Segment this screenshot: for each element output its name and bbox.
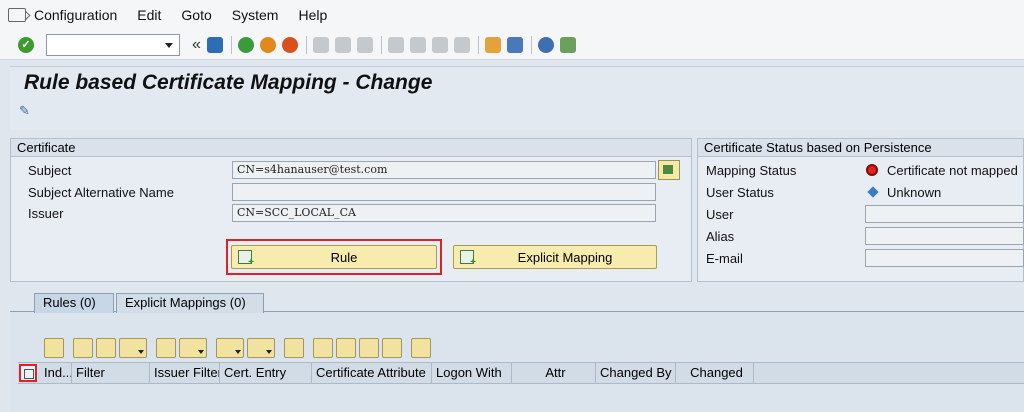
system-menu-icon[interactable] xyxy=(8,8,26,22)
export-icon[interactable] xyxy=(216,338,244,358)
issuer-field[interactable]: CN=SCC_LOCAL_CA xyxy=(232,204,656,222)
column-header[interactable]: Changed By xyxy=(596,363,676,383)
tab-explicit-mappings[interactable]: Explicit Mappings (0) xyxy=(116,293,264,313)
red-status-icon xyxy=(866,164,878,176)
find-icon[interactable] xyxy=(73,338,93,358)
find-next-icon[interactable] xyxy=(356,36,373,53)
cancel-icon[interactable] xyxy=(281,36,298,53)
prev-page-icon[interactable] xyxy=(409,36,426,53)
command-field[interactable] xyxy=(46,33,180,56)
find-next-icon[interactable] xyxy=(96,338,116,358)
user-label: User xyxy=(706,207,734,222)
standard-toolbar: ✓ « xyxy=(0,30,1024,60)
shortcut-icon[interactable] xyxy=(506,36,523,53)
column-header[interactable]: Certificate Attribute xyxy=(312,363,432,383)
back-icon[interactable] xyxy=(237,36,254,53)
tab-strip: Rules (0) Explicit Mappings (0) xyxy=(10,290,1024,313)
menu-configuration[interactable]: Configuration xyxy=(34,7,117,23)
explicit-mapping-button-label: Explicit Mapping xyxy=(517,249,613,265)
mapping-status-value: Certificate not mapped xyxy=(887,163,1018,178)
column-header[interactable]: Logon With xyxy=(432,363,512,383)
email-field[interactable] xyxy=(865,249,1024,267)
column-header[interactable]: Ind... xyxy=(40,363,72,383)
toolbar-separator xyxy=(477,35,479,54)
create-mapping-icon xyxy=(460,250,476,268)
toolbar-separator xyxy=(230,35,232,54)
user-status-label: User Status xyxy=(706,185,774,200)
save-icon[interactable] xyxy=(206,36,223,53)
status-group-header: Certificate Status based on Persistence xyxy=(698,139,1023,157)
last-page-icon[interactable] xyxy=(453,36,470,53)
filter-icon[interactable] xyxy=(119,338,147,358)
page-title: Rule based Certificate Mapping - Change xyxy=(24,71,433,94)
exit-icon[interactable] xyxy=(259,36,276,53)
grid-toolbar xyxy=(44,338,434,358)
tab-rules[interactable]: Rules (0) xyxy=(34,293,114,313)
user-field[interactable] xyxy=(865,205,1024,223)
title-bar: Rule based Certificate Mapping - Change … xyxy=(10,66,1024,130)
next-page-icon[interactable] xyxy=(431,36,448,53)
views-icon[interactable] xyxy=(179,338,207,358)
subject-detail-icon[interactable] xyxy=(658,160,680,180)
column-header[interactable]: Filter xyxy=(72,363,150,383)
mapping-status-label: Mapping Status xyxy=(706,163,797,178)
move-down-icon[interactable] xyxy=(336,338,356,358)
first-page-icon[interactable] xyxy=(387,36,404,53)
toolbar-separator xyxy=(380,35,382,54)
print-icon[interactable] xyxy=(156,338,176,358)
display-change-icon[interactable]: ✎ xyxy=(19,103,37,119)
certificate-group-header: Certificate xyxy=(11,139,691,157)
print-icon[interactable] xyxy=(312,36,329,53)
column-header[interactable]: Issuer Filter xyxy=(150,363,220,383)
details-icon[interactable] xyxy=(44,338,64,358)
customize-icon[interactable] xyxy=(559,36,576,53)
select-all-icon[interactable] xyxy=(19,364,37,382)
column-header[interactable]: Cert. Entry xyxy=(220,363,312,383)
toolbar-separator xyxy=(305,35,307,54)
move-bottom-icon[interactable] xyxy=(382,338,402,358)
explicit-mapping-button[interactable]: Explicit Mapping xyxy=(453,245,657,269)
delete-icon[interactable] xyxy=(284,338,304,358)
collapse-icon[interactable]: « xyxy=(192,36,201,54)
test-icon[interactable] xyxy=(411,338,431,358)
ok-icon[interactable]: ✓ xyxy=(18,36,34,53)
layout-icon[interactable] xyxy=(247,338,275,358)
san-label: Subject Alternative Name xyxy=(28,185,174,200)
help-icon[interactable] xyxy=(537,36,554,53)
san-field[interactable] xyxy=(232,183,656,201)
subject-label: Subject xyxy=(28,163,72,178)
menu-system[interactable]: System xyxy=(232,7,279,23)
menu-goto[interactable]: Goto xyxy=(181,7,211,23)
alias-label: Alias xyxy=(706,229,735,244)
alias-field[interactable] xyxy=(865,227,1024,245)
grid-header: Ind... Filter Issuer Filter Cert. Entry … xyxy=(18,362,1024,384)
menu-bar: Configuration Edit Goto System Help xyxy=(0,0,1024,30)
chevron-down-icon[interactable] xyxy=(165,42,173,48)
column-header[interactable]: Attr xyxy=(512,363,596,383)
email-label: E-mail xyxy=(706,251,743,266)
toolbar-separator xyxy=(530,35,532,54)
subject-field[interactable]: CN=s4hanauser@test.com xyxy=(232,161,656,179)
menu-help[interactable]: Help xyxy=(298,7,327,23)
find-icon[interactable] xyxy=(334,36,351,53)
rule-button-highlight xyxy=(226,239,442,275)
column-header[interactable]: Changed xyxy=(676,363,754,383)
create-session-icon[interactable] xyxy=(484,36,501,53)
menu-edit[interactable]: Edit xyxy=(137,7,161,23)
user-status-value: Unknown xyxy=(887,185,942,200)
move-up-icon[interactable] xyxy=(359,338,379,358)
move-top-icon[interactable] xyxy=(313,338,333,358)
issuer-label: Issuer xyxy=(28,206,64,221)
